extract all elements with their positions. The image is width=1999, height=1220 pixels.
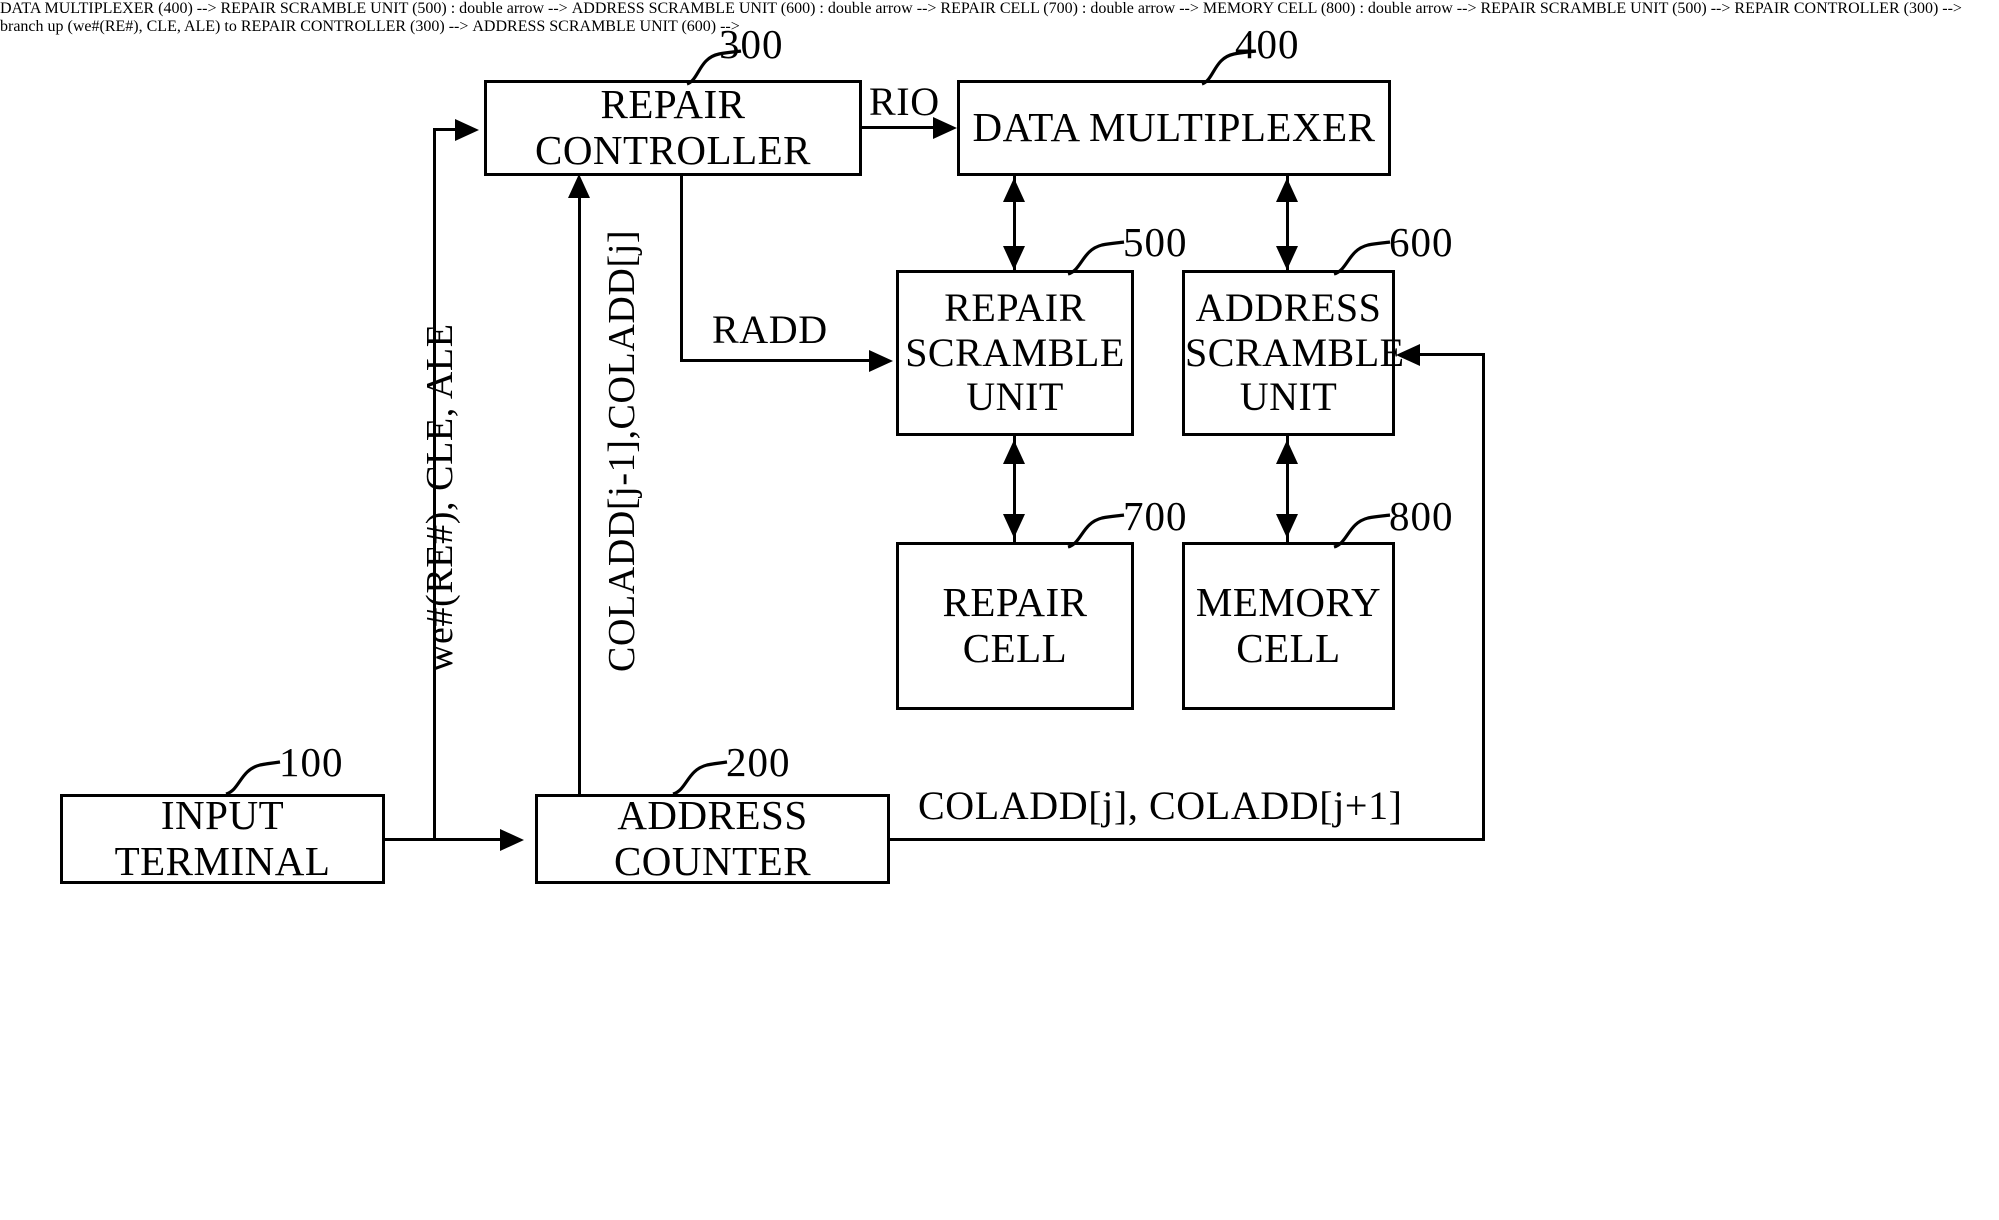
block-repair-scramble-unit-label: REPAIR SCRAMBLE UNIT xyxy=(905,284,1125,420)
leader-100 xyxy=(225,760,281,796)
block-input-terminal-label: INPUT TERMINAL xyxy=(114,792,331,884)
patent-figure: REPAIR CONTROLLER DATA MULTIPLEXER REPAI… xyxy=(0,0,1999,1220)
edge-radd-horizontal xyxy=(680,359,872,362)
edge-rio xyxy=(862,126,934,129)
refnum-700: 700 xyxy=(1123,493,1188,539)
refnum-300: 300 xyxy=(719,21,784,67)
block-address-counter-label: ADDRESS COUNTER xyxy=(613,792,812,884)
block-data-multiplexer-label: DATA MULTIPLEXER xyxy=(972,104,1376,151)
arrowhead-repair-scramble-repair-cell-down xyxy=(1003,514,1025,538)
arrowhead-coladd-out xyxy=(1396,344,1420,366)
arrowhead-address-scramble-memory-cell-up xyxy=(1276,440,1298,464)
edge-coladd-out-into-scramble xyxy=(1420,353,1485,356)
refnum-100: 100 xyxy=(279,739,344,785)
arrowhead-input-to-counter xyxy=(500,829,524,851)
arrowhead-radd xyxy=(869,350,893,372)
arrowhead-mux-repair-scramble-down xyxy=(1003,246,1025,270)
block-address-scramble-unit: ADDRESS SCRAMBLE UNIT xyxy=(1182,270,1405,436)
arrowhead-mux-repair-scramble-up xyxy=(1003,178,1025,202)
block-repair-scramble-unit: REPAIR SCRAMBLE UNIT xyxy=(896,270,1134,436)
refnum-600: 600 xyxy=(1389,219,1454,265)
block-memory-cell-label: MEMORY CELL xyxy=(1195,579,1382,671)
block-repair-controller-label: REPAIR CONTROLLER xyxy=(534,81,812,173)
arrowhead-repair-scramble-repair-cell-up xyxy=(1003,440,1025,464)
signal-label-rio: RIO xyxy=(869,79,940,124)
block-repair-cell: REPAIR CELL xyxy=(896,542,1134,710)
block-memory-cell: MEMORY CELL xyxy=(1182,542,1395,710)
edge-coladd-pair-vertical xyxy=(578,196,581,796)
edge-coladd-out-vertical xyxy=(1482,353,1485,840)
signal-label-coladd-out: COLADD[j], COLADD[j+1] xyxy=(918,783,1403,828)
leader-200 xyxy=(672,760,728,796)
arrowhead-address-scramble-memory-cell-down xyxy=(1276,514,1298,538)
block-address-scramble-unit-label: ADDRESS SCRAMBLE UNIT xyxy=(1185,284,1405,420)
arrowhead-mux-address-scramble-down xyxy=(1276,246,1298,270)
block-repair-cell-label: REPAIR CELL xyxy=(942,579,1088,671)
refnum-400: 400 xyxy=(1235,21,1300,67)
block-repair-controller: REPAIR CONTROLLER xyxy=(484,80,862,176)
refnum-500: 500 xyxy=(1123,219,1188,265)
signal-label-coladd-pair: COLADD[j-1],COLADD[j] xyxy=(601,229,643,672)
refnum-200: 200 xyxy=(726,739,791,785)
arrowhead-coladd-pair xyxy=(568,174,590,198)
arrowhead-mux-address-scramble-up xyxy=(1276,178,1298,202)
edge-input-to-counter xyxy=(385,838,501,841)
edge-radd-vertical xyxy=(680,176,683,362)
signal-label-radd: RADD xyxy=(712,307,828,352)
block-input-terminal: INPUT TERMINAL xyxy=(60,792,385,884)
block-data-multiplexer: DATA MULTIPLEXER xyxy=(957,80,1391,176)
refnum-800: 800 xyxy=(1389,493,1454,539)
block-address-counter: ADDRESS COUNTER xyxy=(535,792,890,884)
edge-coladd-out-horizontal xyxy=(890,838,1485,841)
arrowhead-control-bus xyxy=(455,119,479,141)
signal-label-control-bus: we#(RE#), CLE, ALE xyxy=(419,323,461,672)
